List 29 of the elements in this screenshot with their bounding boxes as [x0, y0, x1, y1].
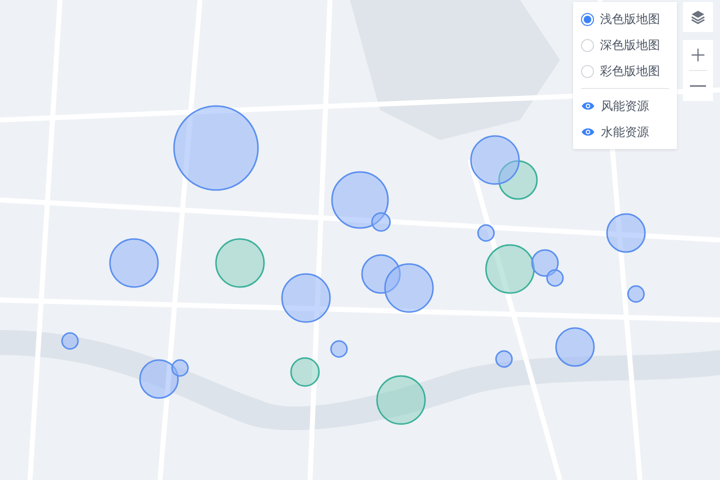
radio-button[interactable]: [581, 12, 594, 26]
plus-icon: [690, 47, 706, 63]
layer-toggle[interactable]: 风能资源: [581, 93, 669, 119]
wind-resource-bubble: [109, 238, 159, 288]
wind-resource-bubble: [470, 135, 520, 185]
wind-resource-bubble: [330, 340, 348, 358]
wind-resource-bubble: [495, 350, 513, 368]
layer-toggle[interactable]: 水能资源: [581, 119, 669, 145]
water-resource-bubble: [376, 375, 426, 425]
minus-icon: [690, 85, 706, 87]
map-style-option[interactable]: 深色版地图: [581, 32, 669, 58]
wind-resource-bubble: [627, 285, 645, 303]
water-resource-bubble: [290, 357, 320, 387]
wind-resource-bubble: [61, 332, 79, 350]
eye-icon[interactable]: [581, 127, 595, 137]
map-style-option[interactable]: 彩色版地图: [581, 58, 669, 84]
layers-button[interactable]: [683, 2, 713, 32]
water-resource-bubble: [485, 244, 535, 294]
map-style-option[interactable]: 浅色版地图: [581, 6, 669, 32]
wind-resource-bubble: [555, 327, 595, 367]
eye-icon[interactable]: [581, 101, 595, 111]
water-resource-bubble: [498, 160, 538, 200]
water-resource-bubble: [215, 238, 265, 288]
wind-resource-bubble: [384, 263, 434, 313]
wind-resource-bubble: [477, 224, 495, 242]
wind-resource-bubble: [281, 273, 331, 323]
wind-resource-bubble: [361, 254, 401, 294]
wind-resource-bubble: [606, 213, 646, 253]
layers-icon: [689, 8, 707, 26]
